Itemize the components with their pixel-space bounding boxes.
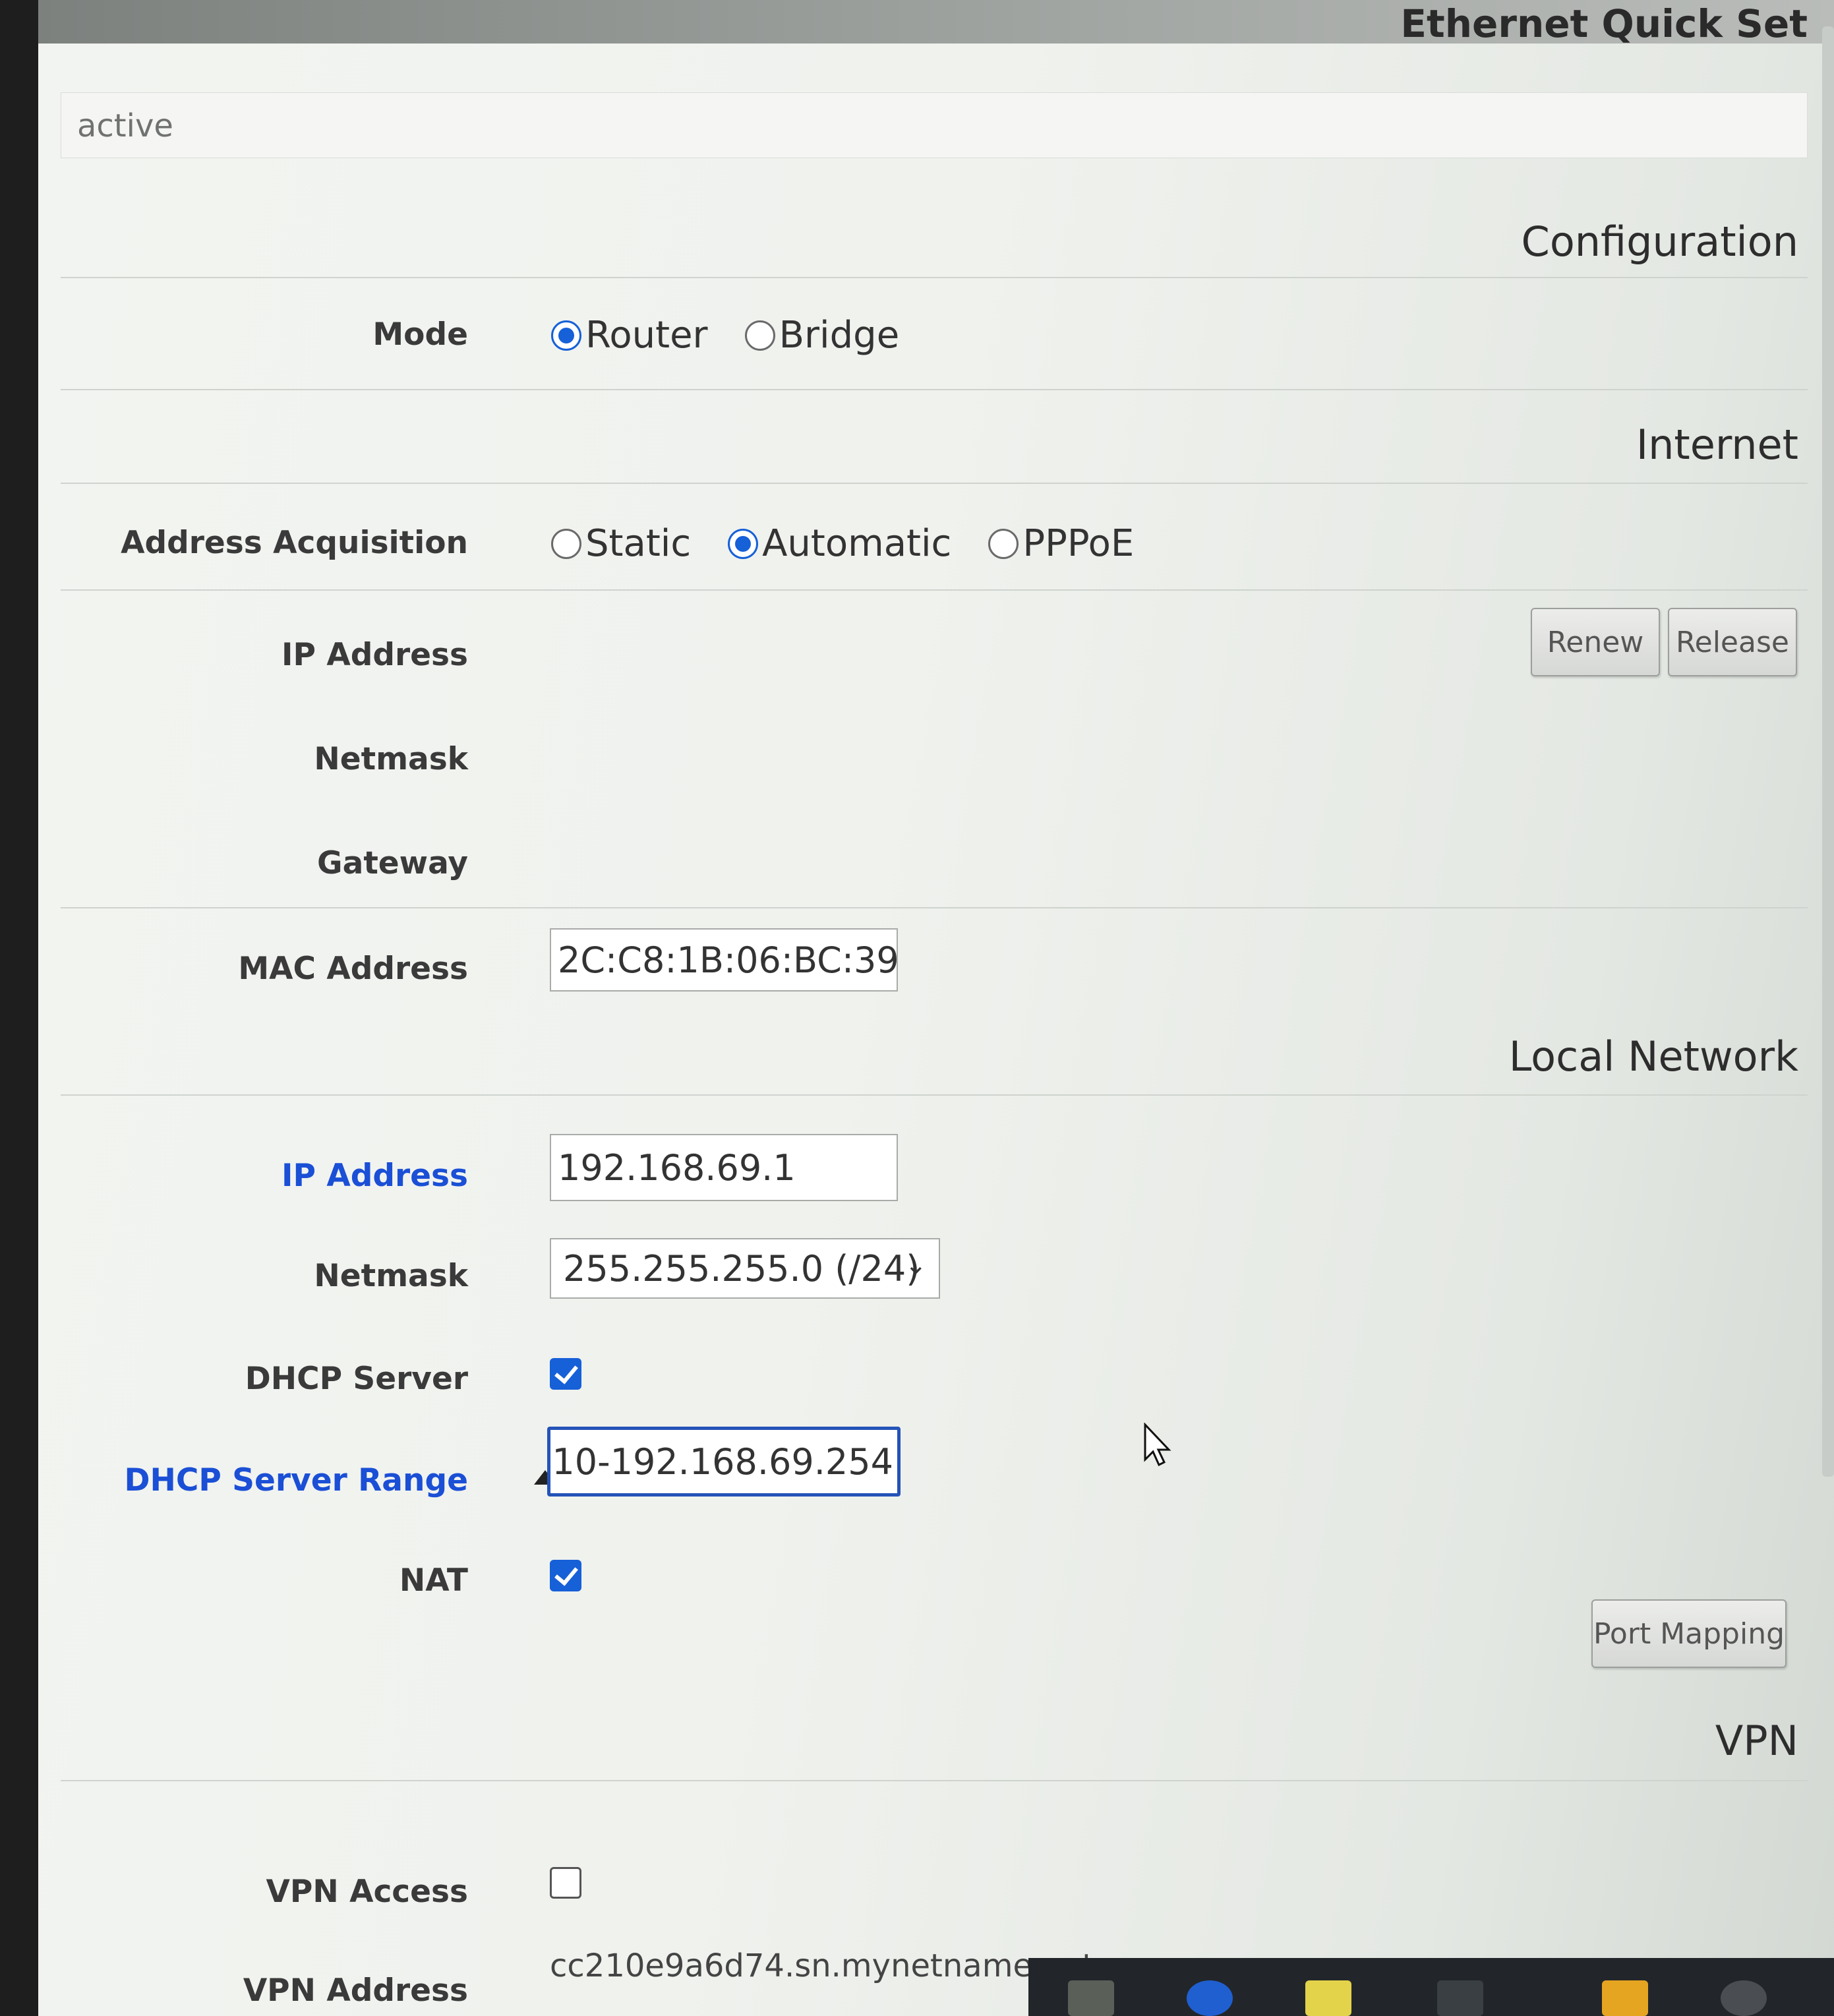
dhcp-server-label: DHCP Server: [245, 1361, 468, 1397]
radio-label: PPPoE: [1022, 522, 1135, 565]
dhcp-server-checkbox[interactable]: [550, 1358, 581, 1390]
radio-label: Automatic: [762, 522, 952, 565]
lan-ip-address-label: IP Address: [281, 1158, 468, 1194]
lan-ip-address-input[interactable]: 192.168.69.1: [550, 1134, 898, 1201]
scrollbar[interactable]: [1822, 26, 1834, 1477]
taskbar-app-icon[interactable]: [1437, 1980, 1483, 2016]
mode-radio-router[interactable]: Router: [551, 314, 708, 357]
port-mapping-button[interactable]: Port Mapping: [1591, 1599, 1787, 1668]
status-text: active: [77, 107, 173, 144]
mode-radio-bridge[interactable]: Bridge: [744, 314, 900, 357]
radio-unselected-icon: [551, 528, 581, 559]
gateway-label: Gateway: [317, 845, 468, 881]
mouse-pointer-icon: [1144, 1423, 1171, 1467]
vpn-access-label: VPN Access: [266, 1874, 468, 1910]
taskbar-browser-icon[interactable]: [1187, 1980, 1233, 2016]
router-config-window: Ethernet Quick Set active Configuration …: [38, 0, 1834, 2016]
radio-label: Static: [585, 522, 692, 565]
mode-label: Mode: [372, 316, 468, 353]
mac-address-input[interactable]: 2C:C8:1B:06:BC:39: [550, 928, 898, 992]
radio-selected-icon: [551, 320, 581, 351]
radio-unselected-icon: [988, 528, 1019, 559]
acquisition-radio-group: Static Automatic PPPoE: [551, 522, 1171, 565]
wan-ip-address-label: IP Address: [281, 637, 468, 673]
wan-netmask-label: Netmask: [314, 741, 468, 777]
select-value: 255.255.255.0 (/24): [563, 1247, 920, 1290]
nat-checkbox[interactable]: [550, 1560, 581, 1591]
divider: [61, 277, 1808, 278]
acquisition-radio-static[interactable]: Static: [551, 522, 691, 565]
release-button[interactable]: Release: [1668, 608, 1797, 676]
vpn-access-checkbox[interactable]: [550, 1867, 581, 1899]
section-title-configuration: Configuration: [1521, 218, 1798, 266]
lan-netmask-select[interactable]: 255.255.255.0 (/24) ⌄: [550, 1238, 940, 1299]
radio-unselected-icon: [744, 320, 775, 351]
taskbar-folder-icon[interactable]: [1305, 1980, 1351, 2016]
window-title: Ethernet Quick Set: [1400, 1, 1808, 46]
mac-address-label: MAC Address: [238, 951, 468, 987]
dhcp-range-input[interactable]: 8.69.10-192.168.69.254: [547, 1427, 901, 1497]
section-title-internet: Internet: [1636, 421, 1798, 469]
radio-selected-icon: [728, 528, 759, 559]
divider: [61, 389, 1808, 390]
mode-radio-group: Router Bridge: [551, 314, 936, 357]
acquisition-radio-pppoe[interactable]: PPPoE: [988, 522, 1134, 565]
nat-label: NAT: [399, 1562, 468, 1599]
taskbar-app-icon[interactable]: [1068, 1980, 1114, 2016]
taskbar-app-icon[interactable]: [1721, 1980, 1767, 2016]
lan-netmask-label: Netmask: [314, 1258, 468, 1294]
divider: [61, 907, 1808, 908]
vpn-address-value: cc210e9a6d74.sn.mynetname.net: [550, 1947, 1095, 1984]
address-acquisition-label: Address Acquisition: [121, 525, 468, 561]
taskbar-app-icon[interactable]: [1602, 1980, 1648, 2016]
divider: [61, 1780, 1808, 1781]
renew-button[interactable]: Renew: [1531, 608, 1660, 676]
divider: [61, 483, 1808, 484]
vpn-address-label: VPN Address: [243, 1972, 468, 2009]
chevron-down-icon: ⌄: [904, 1250, 927, 1280]
status-bar: active: [61, 92, 1808, 158]
radio-label: Bridge: [779, 314, 900, 357]
section-title-local-network: Local Network: [1508, 1032, 1798, 1081]
acquisition-radio-automatic[interactable]: Automatic: [728, 522, 951, 565]
section-title-vpn: VPN: [1715, 1717, 1798, 1765]
dhcp-range-label: DHCP Server Range: [124, 1462, 469, 1498]
divider: [61, 1094, 1808, 1096]
taskbar: [1028, 1958, 1834, 2016]
title-bar: Ethernet Quick Set: [38, 0, 1834, 46]
divider: [61, 589, 1808, 591]
radio-label: Router: [585, 314, 708, 357]
